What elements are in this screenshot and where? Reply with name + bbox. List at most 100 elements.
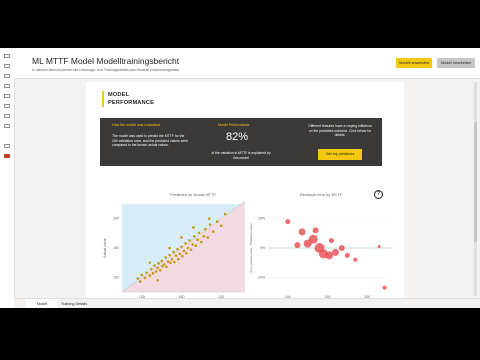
- data-point: [197, 231, 201, 235]
- y-tick-label: 200: [113, 217, 119, 221]
- learn-icon[interactable]: [4, 114, 10, 118]
- section-title: MODEL PERFORMANCE: [108, 91, 154, 107]
- data-point: [140, 273, 144, 277]
- residual-error-title: Residual error by MTTF: [299, 192, 343, 197]
- report-canvas: MODEL PERFORMANCE How the model was eval…: [86, 82, 404, 308]
- data-point: [173, 260, 176, 264]
- data-point: [156, 278, 160, 282]
- data-point: [186, 246, 190, 250]
- data-point: [138, 280, 142, 283]
- data-point: [169, 261, 172, 264]
- data-point: [180, 245, 183, 249]
- data-point: [189, 248, 193, 252]
- error-bubble: [328, 238, 334, 244]
- scrollbar-thumb[interactable]: [474, 122, 477, 242]
- evaluation-text: The model was used to predict the MTTF f…: [112, 134, 189, 148]
- data-point: [156, 266, 160, 270]
- data-point: [184, 251, 188, 255]
- performance-title: Model Performance: [218, 123, 250, 127]
- performance-value: 82%: [226, 131, 249, 143]
- data-point: [192, 234, 196, 238]
- data-point: [174, 254, 178, 257]
- data-point: [170, 257, 174, 261]
- data-point: [162, 263, 166, 266]
- data-point: [176, 247, 179, 251]
- error-bubble: [338, 245, 345, 251]
- y-tick-label: 150: [113, 246, 119, 250]
- error-bubble: [325, 251, 334, 260]
- data-point: [184, 242, 187, 245]
- data-point: [208, 223, 212, 226]
- error-bubble: [331, 248, 339, 256]
- error-bubble: [344, 252, 350, 258]
- settings-icon[interactable]: [4, 144, 10, 148]
- data-point: [181, 254, 184, 258]
- error-bubble: [294, 242, 301, 249]
- data-point: [178, 252, 182, 256]
- data-point: [219, 224, 223, 228]
- y-tick-label: 100: [113, 275, 119, 279]
- apps-icon[interactable]: [4, 104, 10, 108]
- data-point: [191, 243, 194, 246]
- data-point: [194, 244, 198, 247]
- data-point: [200, 240, 203, 244]
- see-top-predictors-button[interactable]: See top predictors: [318, 149, 362, 160]
- home-icon[interactable]: [4, 54, 10, 58]
- apply-model-button[interactable]: Modell anwenden: [396, 58, 432, 68]
- data-point: [177, 257, 180, 261]
- data-point: [204, 227, 207, 231]
- data-point: [192, 226, 195, 229]
- app-window: ML MTTF Model Modelltrainingsbericht In …: [0, 48, 480, 308]
- data-point: [180, 236, 183, 239]
- error-bubble: [312, 227, 319, 234]
- create-icon[interactable]: [4, 64, 10, 68]
- metrics-icon[interactable]: [4, 94, 10, 98]
- page-tabs: Model Performance Training Details: [14, 298, 480, 308]
- y-tick-label: 0%: [260, 246, 265, 250]
- tab-model-performance[interactable]: Model Performance: [26, 299, 58, 308]
- info-icon[interactable]: ?: [374, 190, 383, 199]
- report-header: ML MTTF Model Modelltrainingsbericht In …: [14, 48, 480, 79]
- data-point: [145, 271, 148, 274]
- data-point: [196, 238, 199, 242]
- data-point: [154, 270, 158, 273]
- data-point: [157, 261, 160, 265]
- data-point: [164, 256, 167, 259]
- left-nav: [0, 48, 15, 308]
- y-tick-label: -20%: [257, 275, 265, 279]
- data-point: [160, 259, 163, 263]
- performance-summary-card: How the model was evaluated The model wa…: [100, 118, 382, 166]
- data-point: [143, 276, 147, 280]
- current-workspace-icon[interactable]: [4, 154, 10, 158]
- data-point: [168, 246, 171, 250]
- data-point: [188, 239, 191, 242]
- data-point: [158, 268, 162, 272]
- data-point: [148, 261, 152, 264]
- data-point: [166, 260, 170, 263]
- tab-training-details[interactable]: Training Details: [60, 299, 88, 308]
- evaluation-title: How the model was evaluated: [112, 123, 160, 127]
- data-point: [168, 253, 171, 257]
- browse-icon[interactable]: [4, 74, 10, 78]
- data-point: [182, 249, 186, 253]
- section-title-line1: MODEL: [108, 92, 130, 98]
- section-title-line2: PERFORMANCE: [108, 100, 155, 106]
- error-bubble: [353, 257, 358, 262]
- data-point: [150, 267, 153, 271]
- workspaces-icon[interactable]: [4, 124, 10, 128]
- vertical-scrollbar[interactable]: [474, 82, 477, 296]
- data-point: [172, 250, 175, 254]
- edit-model-button[interactable]: Modell bearbeiten: [437, 58, 475, 68]
- section-accent-bar: [102, 91, 104, 107]
- y-axis-label: Actual value: [103, 238, 107, 258]
- page-title: ML MTTF Model Modelltrainingsbericht: [32, 56, 180, 66]
- predicted-vs-actual-chart: 100100150150200200Predicted valueActual …: [103, 200, 246, 305]
- data-point: [153, 264, 156, 267]
- performance-text: of the variation in MTTF is explained by…: [211, 151, 271, 160]
- data-point: [211, 230, 215, 233]
- error-bubble: [285, 219, 291, 225]
- error-bubble: [377, 245, 381, 249]
- datahub-icon[interactable]: [4, 84, 10, 88]
- data-point: [223, 212, 227, 216]
- data-point: [136, 277, 140, 280]
